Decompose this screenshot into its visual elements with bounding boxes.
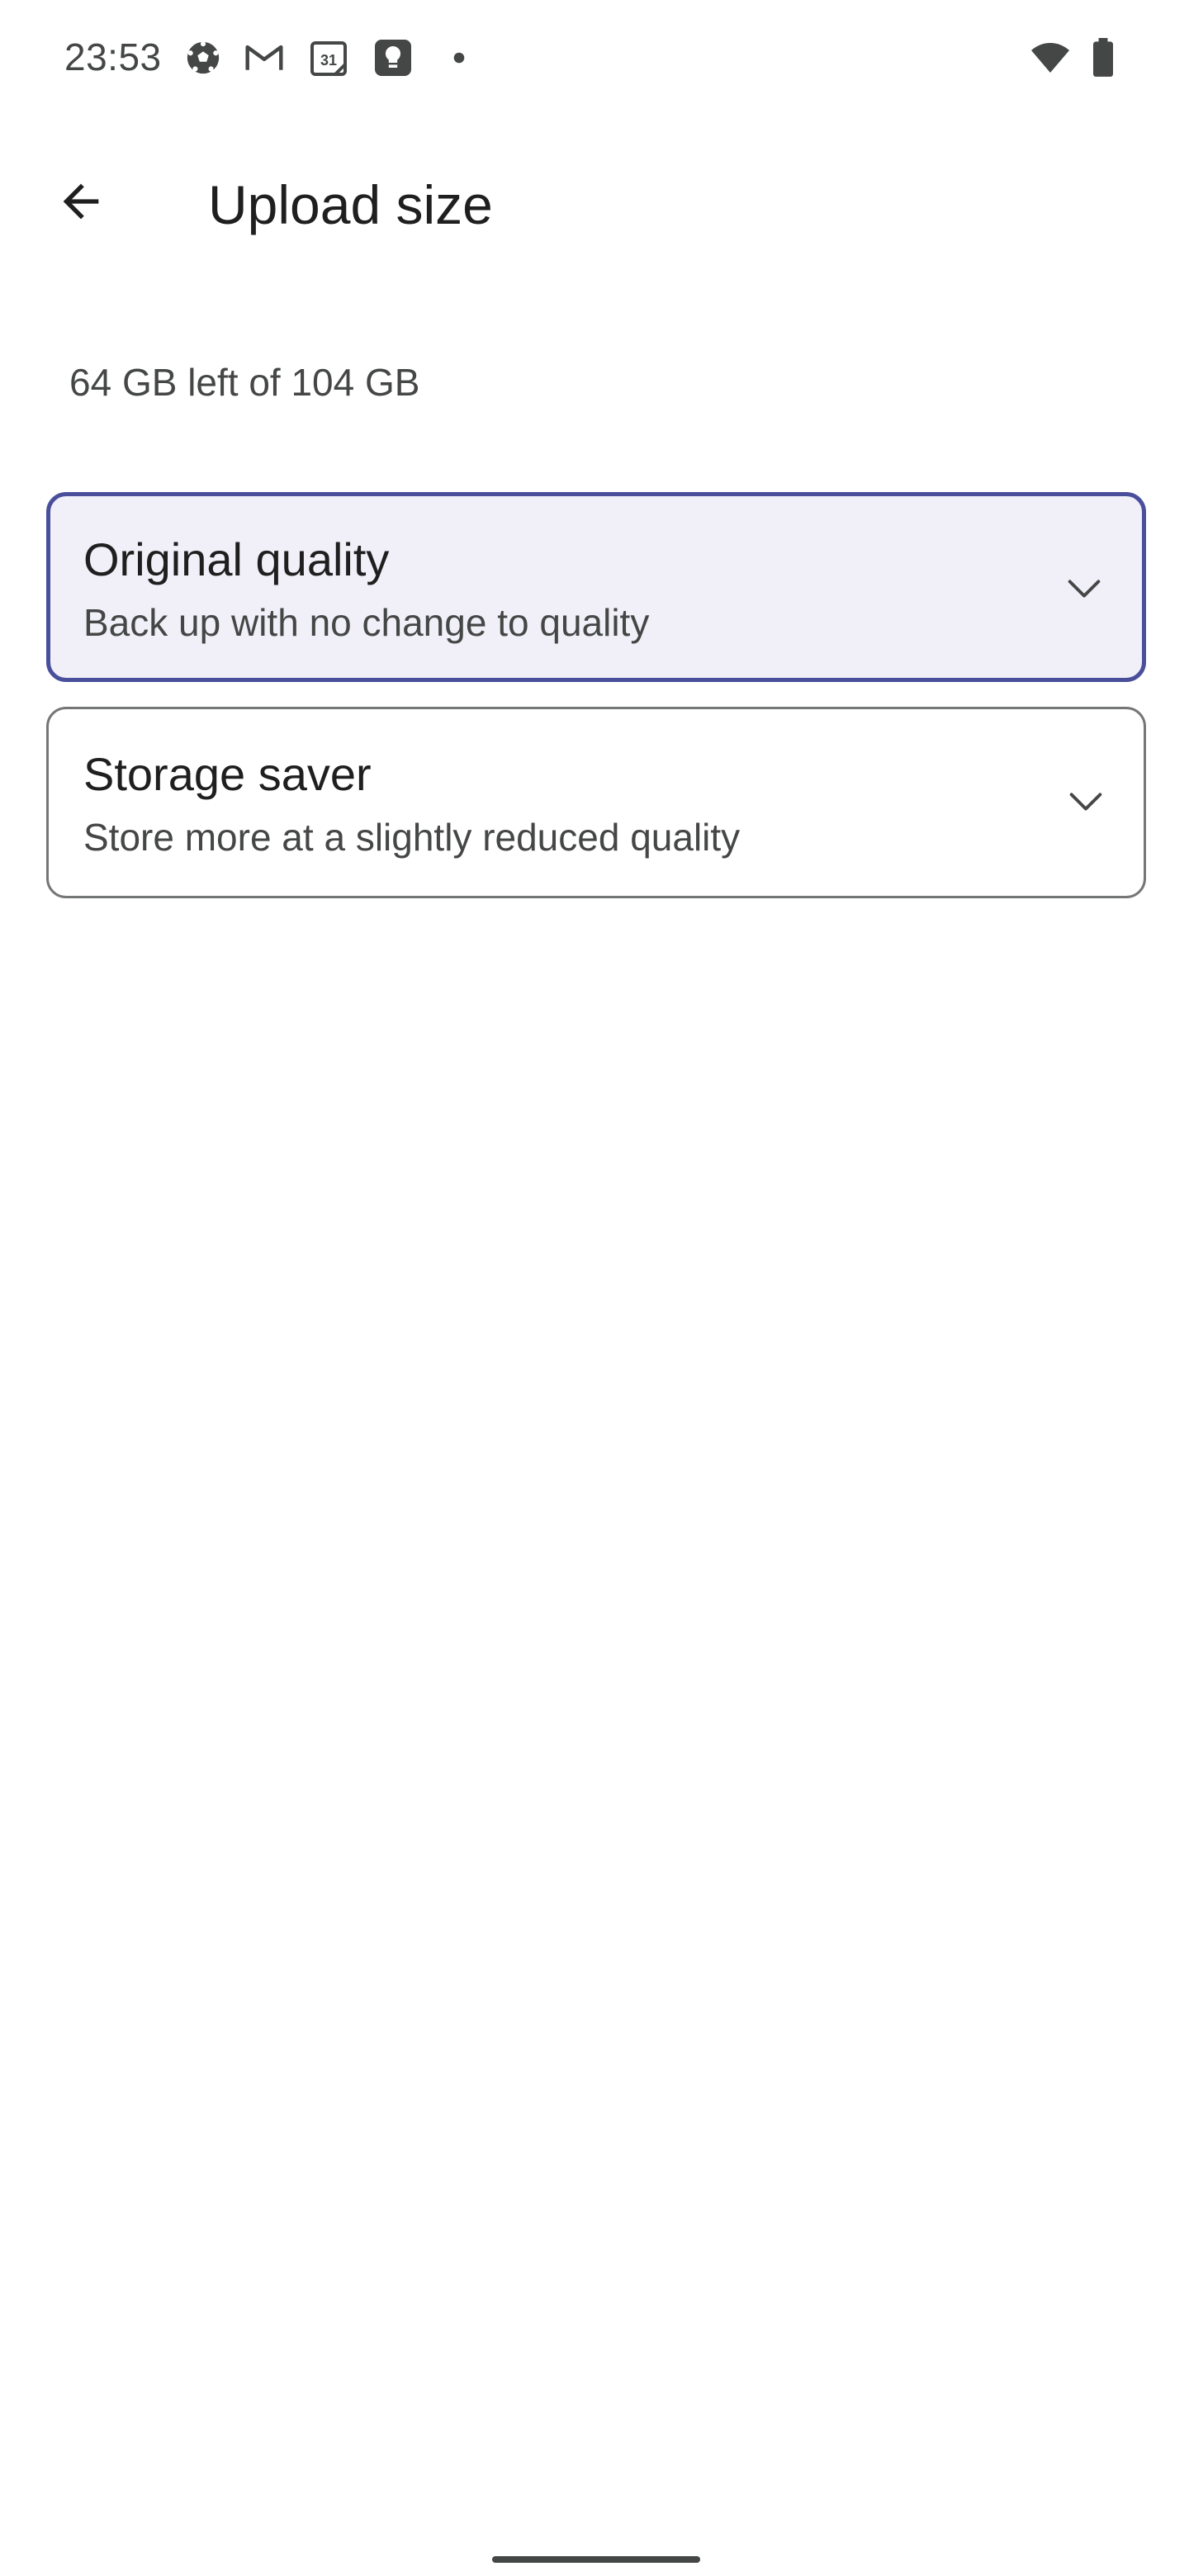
option-storage-saver[interactable]: Storage saver Store more at a slightly r… xyxy=(46,707,1146,898)
option-subtitle: Back up with no change to quality xyxy=(83,601,650,644)
arrow-back-icon xyxy=(54,175,107,232)
option-subtitle: Store more at a slightly reduced quality xyxy=(83,816,741,859)
notification-dot-icon xyxy=(439,38,479,78)
gesture-nav-handle[interactable] xyxy=(492,2556,700,2563)
wifi-icon xyxy=(1030,38,1070,78)
chevron-down-icon[interactable] xyxy=(1061,777,1111,826)
gmail-icon xyxy=(244,38,284,78)
keep-icon xyxy=(373,38,413,78)
soccer-ball-icon xyxy=(183,38,223,78)
calendar-icon: 31 xyxy=(309,38,348,78)
calendar-date: 31 xyxy=(320,52,337,69)
back-button[interactable] xyxy=(38,160,124,246)
option-original-quality[interactable]: Original quality Back up with no change … xyxy=(46,492,1146,682)
option-title: Storage saver xyxy=(83,748,372,800)
status-bar: 23:53 31 xyxy=(0,0,1189,116)
storage-summary: 64 GB left of 104 GB xyxy=(69,361,420,404)
page-title: Upload size xyxy=(208,174,493,235)
status-time: 23:53 xyxy=(64,36,162,78)
chevron-down-icon[interactable] xyxy=(1059,564,1109,613)
app-bar: Upload size xyxy=(0,149,1189,272)
battery-icon xyxy=(1083,38,1123,78)
option-title: Original quality xyxy=(83,533,390,585)
